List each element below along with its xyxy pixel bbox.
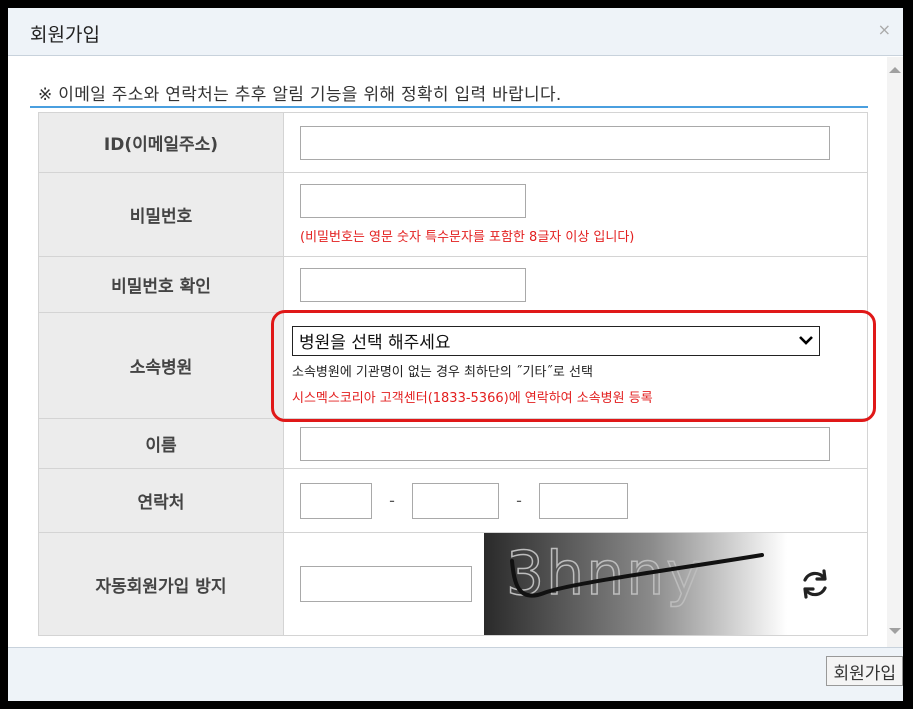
- id-input[interactable]: [300, 125, 830, 160]
- row-password-confirm: 비밀번호 확인: [38, 256, 868, 313]
- phone-separator: -: [389, 491, 395, 510]
- password-label: 비밀번호: [38, 172, 284, 257]
- phone-part-2-input[interactable]: [412, 482, 499, 519]
- signup-button[interactable]: 회원가입: [826, 656, 903, 686]
- captcha-label: 자동회원가입 방지: [38, 532, 284, 636]
- phone-label: 연락처: [38, 468, 284, 533]
- hospital-contact-hint: 시스멕스코리아 고객센터(1833-5366)에 연락하여 소속병원 등록: [292, 390, 653, 406]
- hospital-label: 소속병원: [38, 312, 284, 419]
- row-hospital: 소속병원 병원을 선택 해주세요 소속병원에 기관명이 없는 경우 최하단의 ˝…: [38, 312, 868, 419]
- row-phone: 연락처 - -: [38, 468, 868, 533]
- chevron-down-icon: [799, 333, 813, 349]
- dialog-title: 회원가입: [30, 24, 100, 46]
- scroll-up-icon[interactable]: [889, 67, 901, 73]
- row-password: 비밀번호 (비밀번호는 영문 숫자 특수문자를 포함한 8글자 이상 입니다): [38, 172, 868, 257]
- row-captcha: 자동회원가입 방지 3hnny: [38, 532, 868, 636]
- dialog-footer: 회원가입: [8, 647, 903, 701]
- captcha-input[interactable]: [300, 566, 472, 602]
- phone-separator: -: [516, 491, 522, 510]
- close-icon[interactable]: ×: [878, 20, 891, 39]
- id-label: ID(이메일주소): [38, 112, 284, 173]
- dialog-titlebar: 회원가입 ×: [8, 8, 903, 56]
- refresh-icon[interactable]: [797, 566, 833, 602]
- scrollbar[interactable]: [887, 57, 903, 647]
- phone-part-1-input[interactable]: [300, 482, 372, 519]
- row-id: ID(이메일주소): [38, 112, 868, 173]
- signup-form: ID(이메일주소) 비밀번호 (비밀번호는 영문 숫자 특수문자를 포함한 8글…: [38, 112, 868, 636]
- hospital-select-value: 병원을 선택 해주세요: [299, 333, 451, 353]
- password-hint: (비밀번호는 영문 숫자 특수문자를 포함한 8글자 이상 입니다): [300, 230, 635, 245]
- hospital-select[interactable]: 병원을 선택 해주세요: [292, 325, 820, 356]
- hospital-hint: 소속병원에 기관명이 없는 경우 최하단의 ˝기타˝로 선택: [292, 364, 593, 380]
- name-input[interactable]: [300, 426, 830, 461]
- captcha-image: 3hnny: [484, 533, 787, 635]
- notice-text: ※ 이메일 주소와 연락처는 추후 알림 기능을 위해 정확히 입력 바랍니다.: [38, 85, 562, 105]
- row-name: 이름: [38, 418, 868, 469]
- notice-divider: [30, 106, 868, 108]
- captcha-noise-line: [510, 553, 764, 598]
- phone-part-3-input[interactable]: [539, 482, 628, 519]
- password-confirm-input[interactable]: [300, 267, 526, 302]
- scroll-down-icon[interactable]: [889, 628, 901, 634]
- password-input[interactable]: [300, 184, 526, 218]
- name-label: 이름: [38, 418, 284, 469]
- password-confirm-label: 비밀번호 확인: [38, 256, 284, 313]
